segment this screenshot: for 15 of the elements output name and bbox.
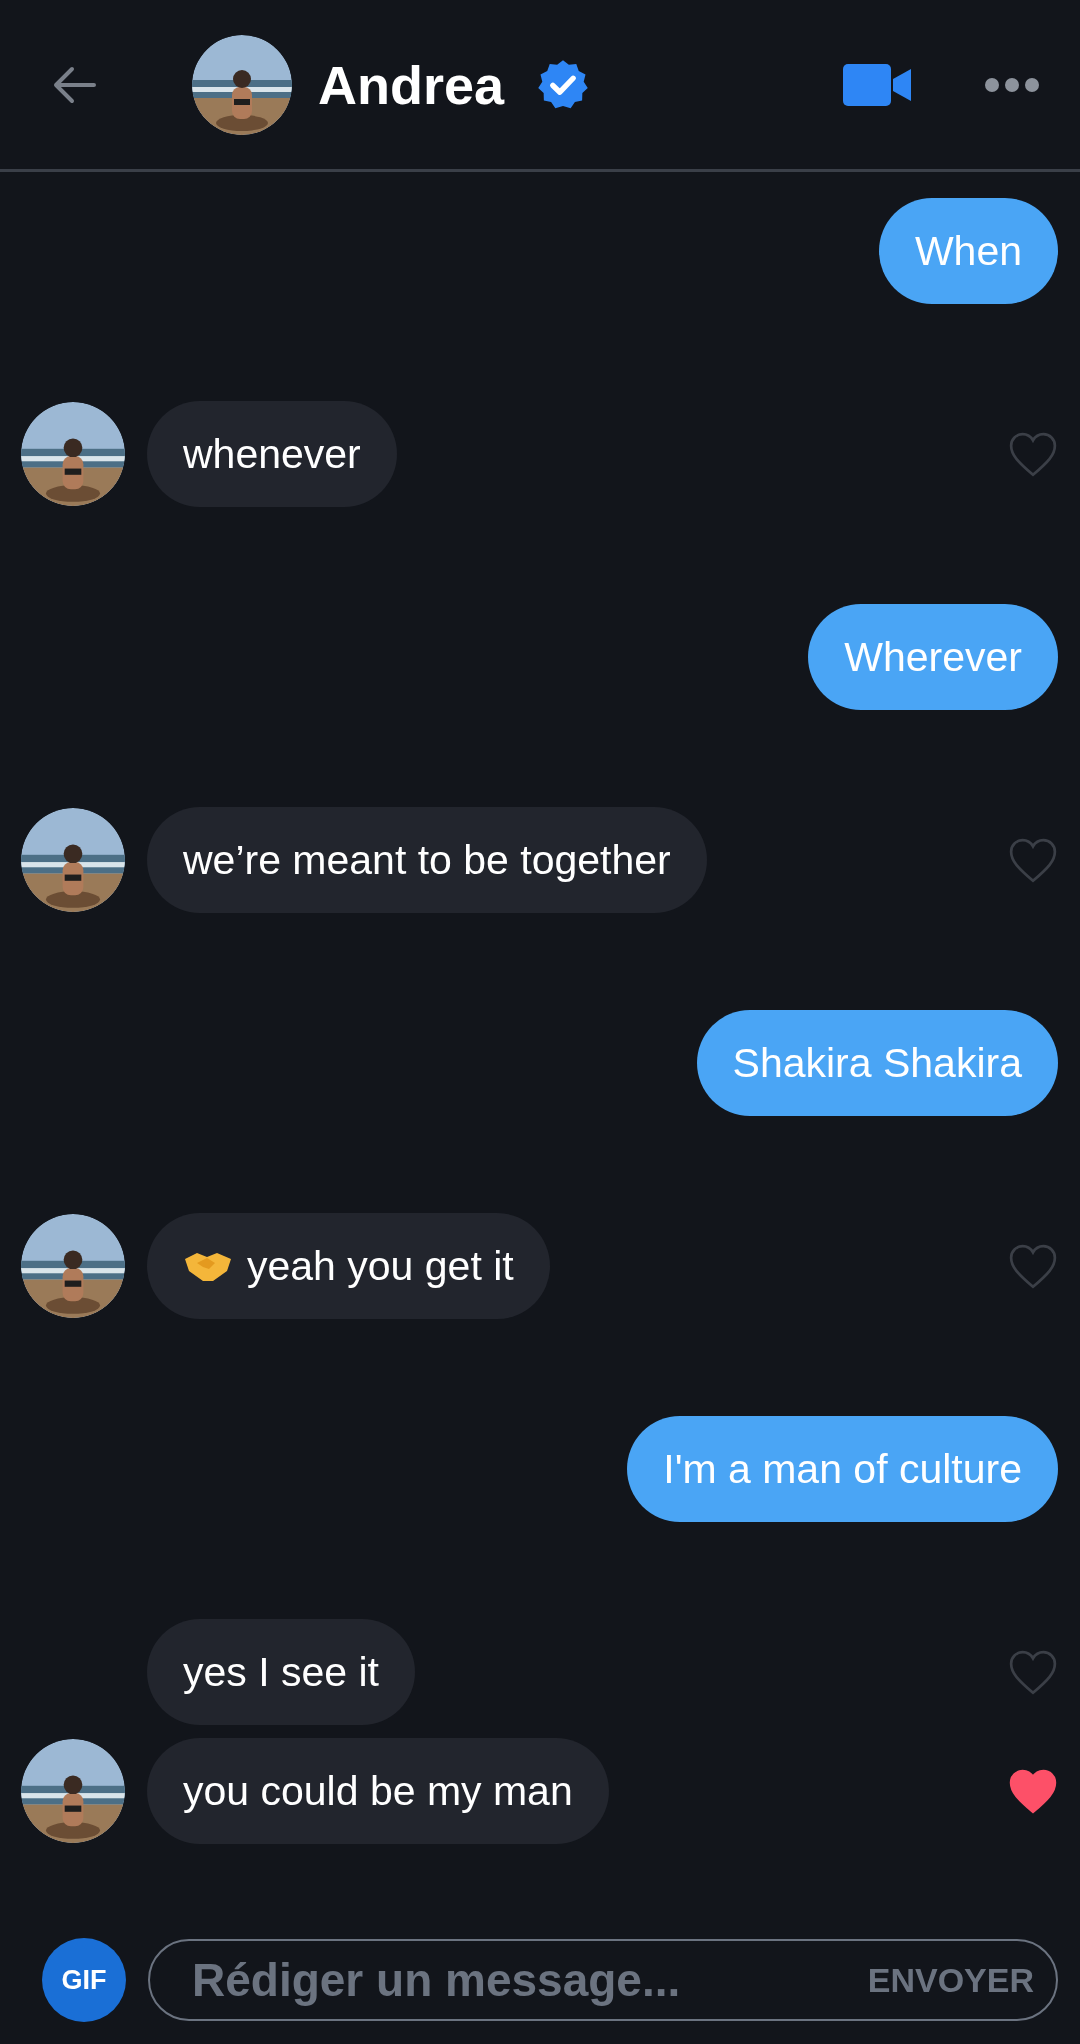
sent-message: I'm a man of culture xyxy=(627,1416,1058,1522)
contact-name: Andrea xyxy=(318,53,505,116)
message-text: you could be my man xyxy=(183,1767,573,1815)
message-text: yes I see it xyxy=(183,1648,379,1696)
message-text: whenever xyxy=(183,430,361,478)
heart-icon[interactable] xyxy=(1008,1768,1058,1814)
message-text: yeah you get it xyxy=(247,1242,514,1290)
sent-message: Shakira Shakira xyxy=(696,1010,1058,1116)
video-call-button[interactable] xyxy=(842,61,914,108)
gif-button[interactable]: GIF xyxy=(42,1938,126,2022)
message-text: we’re meant to be together xyxy=(183,836,671,884)
send-button[interactable]: ENVOYER xyxy=(867,1960,1034,2000)
message-field[interactable]: Rédiger un message... ENVOYER xyxy=(148,1939,1058,2021)
sent-message: When xyxy=(878,198,1058,304)
sent-message: Wherever xyxy=(808,604,1058,710)
